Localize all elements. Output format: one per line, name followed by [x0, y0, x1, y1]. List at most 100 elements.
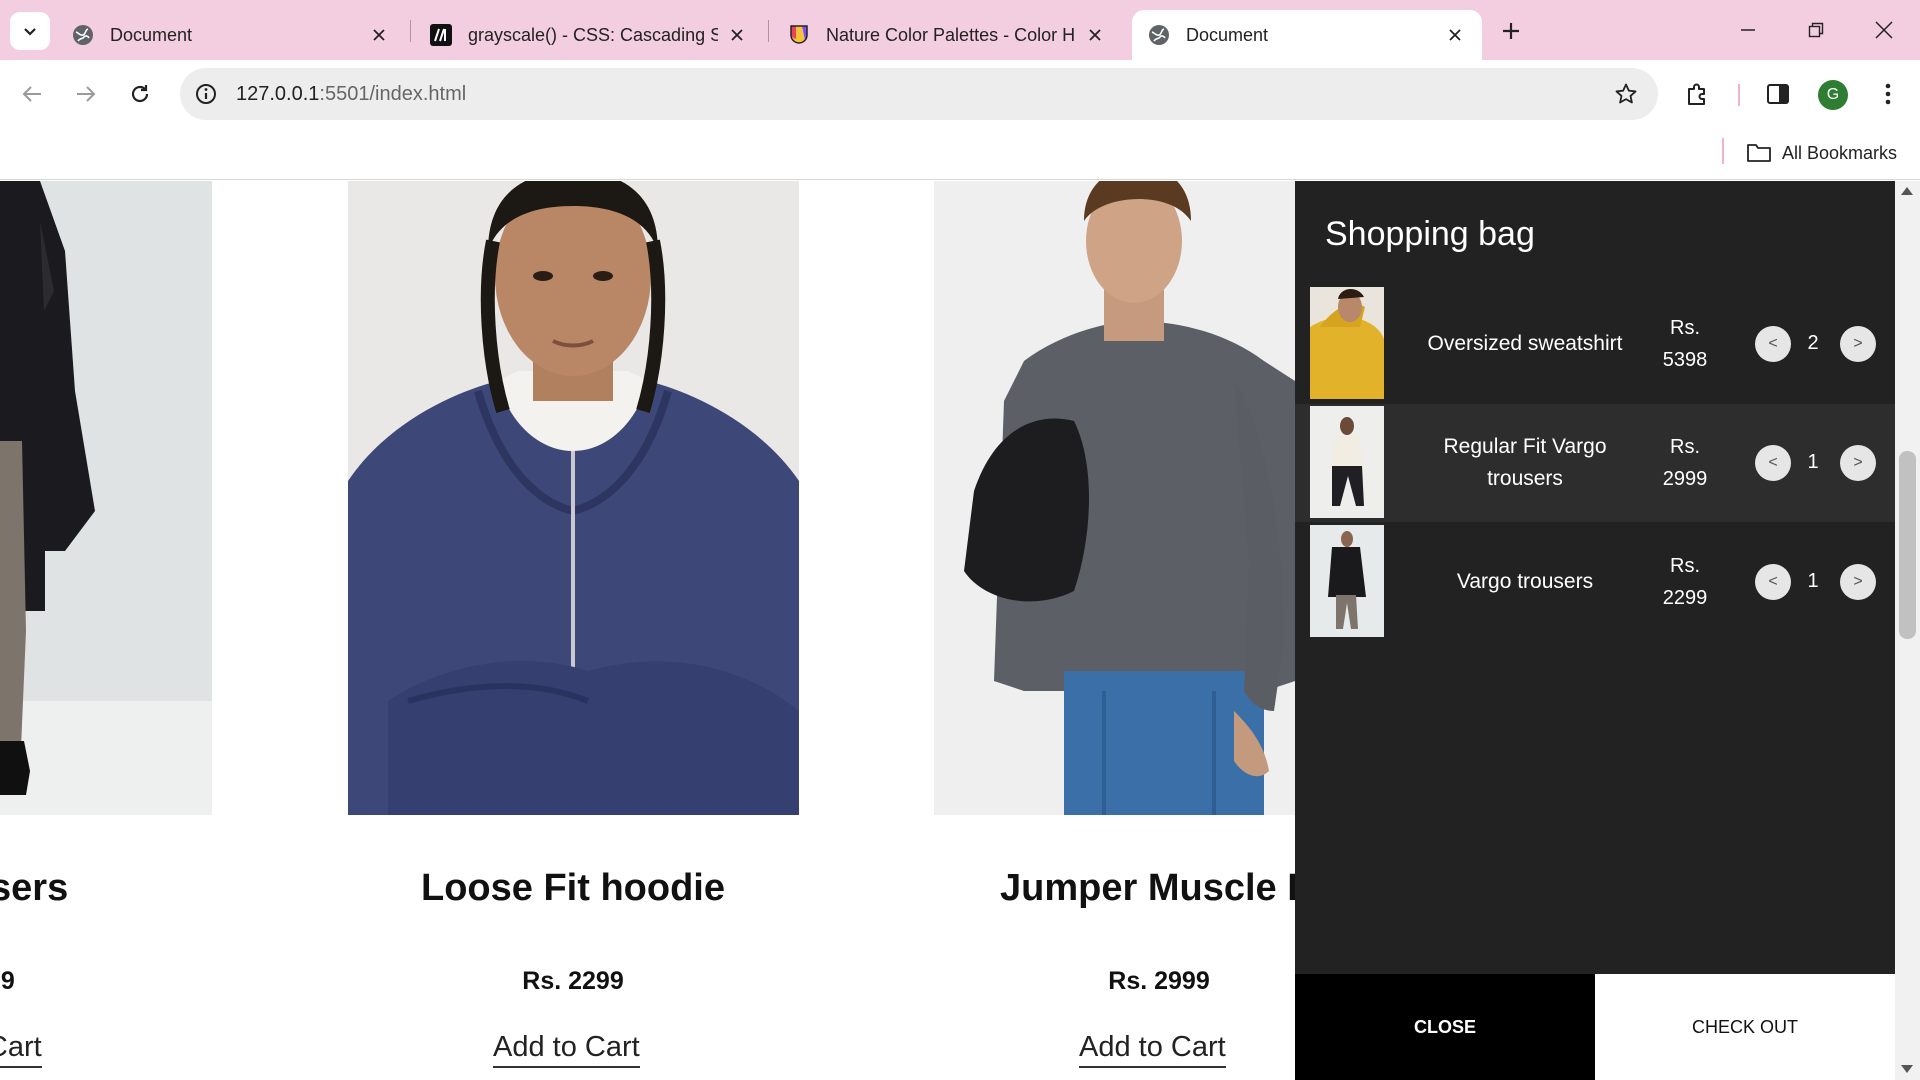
bag-item-row: Oversized sweatshirt Rs. 5398 < 2 >: [1295, 285, 1895, 403]
tab-separator: [768, 20, 769, 42]
increase-quantity-button[interactable]: >: [1840, 445, 1876, 481]
add-to-cart-button[interactable]: Add to Cart: [0, 1031, 42, 1068]
chevron-down-icon: [24, 28, 36, 36]
bag-price-value: 2999: [1662, 468, 1708, 490]
bag-item-price: Rs. 5398: [1645, 285, 1725, 403]
add-to-cart-button[interactable]: Add to Cart: [493, 1031, 640, 1068]
bag-item-thumbnail: [1310, 525, 1384, 637]
close-tab-icon[interactable]: [368, 24, 390, 46]
close-window-button[interactable]: [1862, 12, 1906, 48]
minimize-icon: [1741, 29, 1755, 31]
more-vertical-icon: [1885, 83, 1891, 105]
url-host: 127.0.0.1: [236, 82, 320, 105]
profile-avatar[interactable]: G: [1818, 80, 1848, 110]
bag-price-currency: Rs.: [1670, 436, 1700, 458]
globe-icon: [1148, 24, 1170, 46]
plus-icon: [1503, 23, 1519, 39]
mdn-logo-icon: [430, 24, 452, 46]
all-bookmarks-button[interactable]: All Bookmarks: [1746, 138, 1897, 168]
tab-strip: Document grayscale() - CSS: Cascading St…: [0, 0, 1920, 60]
bag-price-value: 2299: [1662, 587, 1708, 609]
site-info-icon[interactable]: [190, 78, 222, 110]
increase-quantity-button[interactable]: >: [1840, 564, 1876, 600]
close-tab-icon[interactable]: [1444, 24, 1466, 46]
bag-item-thumbnail: [1310, 406, 1384, 518]
bag-item-price: Rs. 2999: [1645, 404, 1725, 522]
decrease-quantity-button[interactable]: <: [1755, 326, 1791, 362]
close-tab-icon[interactable]: [1084, 24, 1106, 46]
tab-document-1[interactable]: Document: [56, 10, 406, 60]
tab-mdn-grayscale[interactable]: grayscale() - CSS: Cascading Sty: [414, 10, 764, 60]
reload-button[interactable]: [122, 76, 158, 112]
arrow-left-icon: [22, 86, 41, 102]
decrease-quantity-button[interactable]: <: [1755, 564, 1791, 600]
new-tab-button[interactable]: [1494, 14, 1528, 48]
bag-item-row: Vargo trousers Rs. 2299 < 1 >: [1295, 523, 1895, 641]
minimize-button[interactable]: [1726, 12, 1770, 48]
tab-search-button[interactable]: [10, 12, 50, 50]
product-name-text: Vargo trousers: [0, 867, 69, 909]
tab-document-active[interactable]: Document: [1132, 10, 1482, 60]
product-price: Rs. 2999: [1108, 967, 1210, 995]
increase-quantity-button[interactable]: >: [1840, 326, 1876, 362]
tab-colorhunt[interactable]: Nature Color Palettes - Color Hu: [772, 10, 1122, 60]
bag-price-currency: Rs.: [1670, 317, 1700, 339]
product-price: Rs. 2299: [522, 967, 624, 995]
product-name: Vargo trousers: [0, 867, 120, 910]
toolbar-divider: [1738, 84, 1740, 106]
scrollbar-thumb[interactable]: [1899, 451, 1916, 639]
bag-item-name: Oversized sweatshirt: [1427, 332, 1623, 355]
restore-icon: [1808, 22, 1824, 38]
side-panel-button[interactable]: [1760, 76, 1796, 112]
add-to-cart-button[interactable]: Add to Cart: [1079, 1031, 1226, 1068]
scroll-down-arrow-icon[interactable]: [1901, 1065, 1913, 1073]
bag-item-name: Regular Fit Vargo trousers: [1443, 435, 1607, 490]
extensions-button[interactable]: [1680, 76, 1716, 112]
forward-button[interactable]: [68, 76, 104, 112]
close-tab-icon[interactable]: [726, 24, 748, 46]
address-bar[interactable]: 127.0.0.1:5501/index.html: [180, 68, 1658, 120]
reload-icon: [131, 85, 149, 103]
url-path: :5501/index.html: [319, 82, 467, 105]
tab-title: Nature Color Palettes - Color Hu: [826, 24, 1076, 45]
tab-title: grayscale() - CSS: Cascading Sty: [468, 24, 718, 45]
tab-separator: [410, 20, 411, 42]
bag-price-currency: Rs.: [1670, 555, 1700, 577]
quantity-value: 1: [1807, 569, 1819, 592]
product-image-jumper-muscle-fit[interactable]: [934, 181, 1295, 815]
bag-item-row: Regular Fit Vargo trousers Rs. 2999 < 1 …: [1295, 404, 1895, 522]
bag-item-thumbnail: [1310, 287, 1384, 399]
puzzle-icon: [1688, 83, 1705, 105]
close-icon: [1875, 21, 1893, 39]
url-text: 127.0.0.1:5501/index.html: [236, 83, 466, 106]
bag-item-price: Rs. 2299: [1645, 523, 1725, 641]
all-bookmarks-label: All Bookmarks: [1782, 142, 1898, 163]
checkout-button[interactable]: CHECK OUT: [1595, 974, 1895, 1080]
shopping-bag-title: Shopping bag: [1325, 215, 1535, 253]
decrease-quantity-button[interactable]: <: [1755, 445, 1791, 481]
close-bag-button[interactable]: CLOSE: [1295, 974, 1595, 1080]
browser-toolbar: 127.0.0.1:5501/index.html G: [0, 60, 1920, 128]
colorhunt-logo-icon: [788, 24, 810, 46]
page-scrollbar[interactable]: [1895, 181, 1920, 1080]
shopping-bag-drawer: Shopping bag Oversized sweatshirt Rs. 53…: [1295, 181, 1895, 1080]
tab-title: Document: [1186, 24, 1269, 45]
quantity-value: 1: [1807, 450, 1819, 473]
page-viewport: Vargo trousers Rs. 2299 Add to Cart Loos…: [0, 181, 1920, 1080]
globe-icon: [72, 24, 94, 46]
back-button[interactable]: [14, 76, 50, 112]
product-image-vargo-trousers[interactable]: [0, 181, 212, 815]
scroll-up-arrow-icon[interactable]: [1901, 187, 1913, 195]
restore-button[interactable]: [1794, 12, 1838, 48]
product-name: Loose Fit hoodie: [421, 867, 725, 909]
arrow-right-icon: [77, 86, 96, 102]
bookmarks-bar: All Bookmarks: [0, 128, 1920, 180]
tab-title: Document: [110, 24, 193, 45]
side-panel-icon: [1767, 84, 1789, 104]
folder-icon: [1746, 142, 1772, 164]
product-image-loose-fit-hoodie[interactable]: [348, 181, 799, 815]
product-price: Rs. 2299: [0, 967, 15, 995]
browser-menu-button[interactable]: [1870, 76, 1906, 112]
bookmark-star-icon[interactable]: [1610, 78, 1642, 110]
bag-price-value: 5398: [1662, 349, 1708, 371]
